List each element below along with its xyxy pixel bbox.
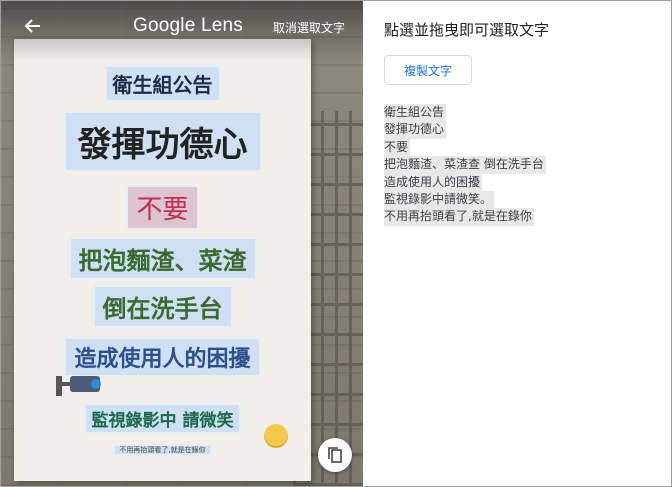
text-line[interactable]: 監視錄影中請微笑。 bbox=[384, 191, 495, 209]
text-line[interactable]: 造成使用人的困擾 bbox=[384, 173, 483, 192]
text-line[interactable]: 發揮功德心 bbox=[384, 121, 447, 139]
text-line[interactable]: 不用再抬頭看了,就是在錄你 bbox=[384, 208, 534, 226]
poster-line-2[interactable]: 倒在洗手台 bbox=[92, 285, 233, 328]
text-line[interactable]: 衛生組公告 bbox=[384, 104, 447, 122]
selected-text-list: 衛生組公告 發揮功德心 不要 把泡麵渣、菜渣查 倒在洗手台 造成使用人的困擾 監… bbox=[384, 104, 546, 226]
text-selection-panel: 點選並拖曳即可選取文字 複製文字 衛生組公告 發揮功德心 不要 把泡麵渣、菜渣查… bbox=[364, 1, 671, 486]
security-camera-icon bbox=[56, 376, 101, 396]
copy-text-button[interactable]: 複製文字 bbox=[384, 55, 472, 85]
text-line[interactable]: 把泡麵渣、菜渣查 倒在洗手台 bbox=[384, 156, 546, 174]
app-title: Google Lens bbox=[133, 15, 243, 36]
poster-line-1[interactable]: 把泡麵渣、菜渣 bbox=[68, 237, 257, 280]
poster-title[interactable]: 衛生組公告 bbox=[104, 65, 221, 102]
poster-line-4[interactable]: 監視錄影中 請微笑 bbox=[83, 403, 242, 434]
cancel-select-text-button[interactable]: 取消選取文字 bbox=[273, 19, 345, 36]
poster-line-3[interactable]: 造成使用人的困擾 bbox=[64, 337, 261, 377]
panel-title: 點選並拖曳即可選取文字 bbox=[384, 21, 550, 39]
poster-headline[interactable]: 發揮功德心 bbox=[63, 111, 262, 172]
copy-icon bbox=[328, 447, 342, 463]
poster-no[interactable]: 不要 bbox=[126, 185, 199, 230]
arrow-left-icon bbox=[24, 19, 40, 33]
notice-poster: 衛生組公告 發揮功德心 不要 把泡麵渣、菜渣 倒在洗手台 造成使用人的困擾 監視… bbox=[14, 39, 311, 481]
text-line[interactable]: 不要 bbox=[384, 138, 411, 157]
lens-viewport: 衛生組公告 發揮功德心 不要 把泡麵渣、菜渣 倒在洗手台 造成使用人的困擾 監視… bbox=[1, 1, 363, 486]
back-button[interactable] bbox=[21, 17, 45, 41]
copy-text-fab[interactable] bbox=[318, 438, 352, 472]
poster-footer[interactable]: 不用再抬頭看了,就是在錄你 bbox=[113, 444, 212, 456]
